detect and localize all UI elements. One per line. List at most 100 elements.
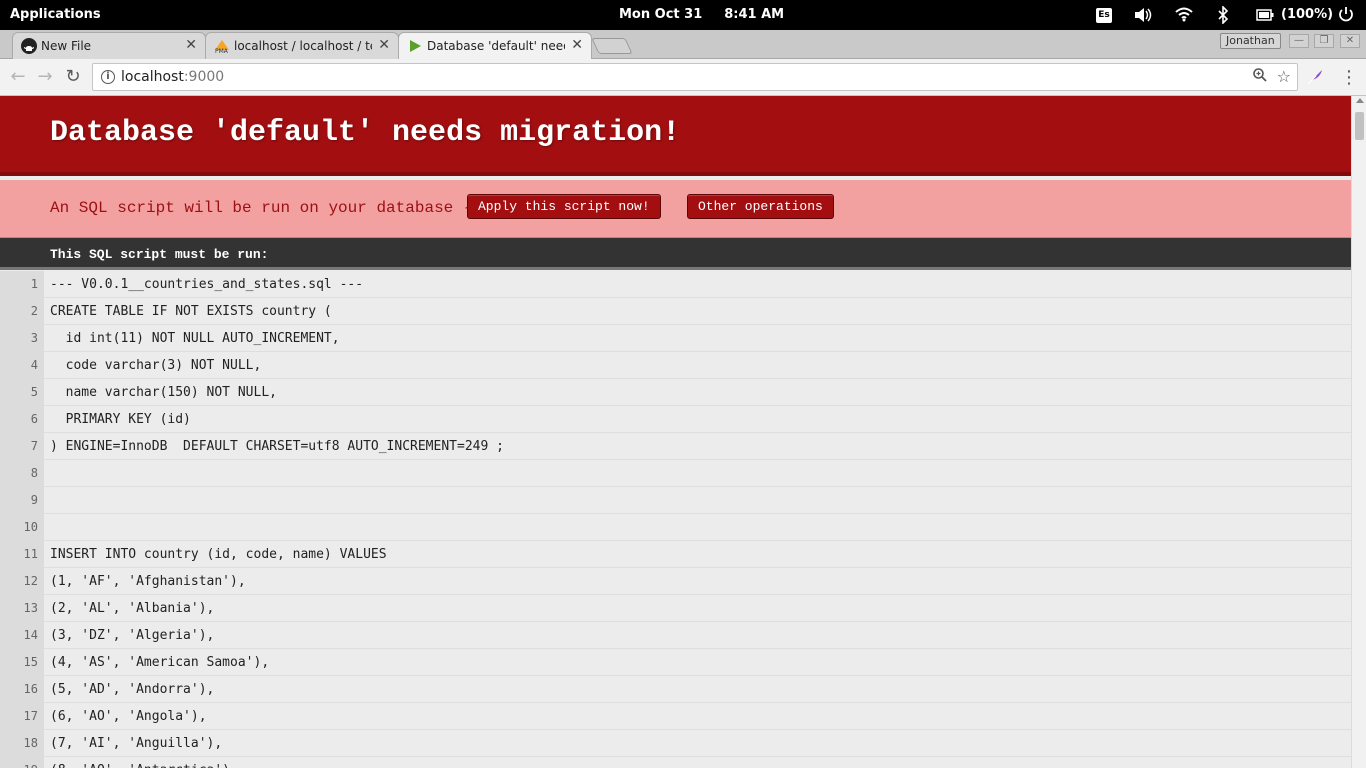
line-text: (7, 'AI', 'Anguilla'), (50, 736, 223, 751)
clock-time: 8:41 AM (724, 7, 785, 22)
line-text: PRIMARY KEY (id) (50, 412, 191, 427)
volume-icon[interactable] (1133, 6, 1153, 24)
scrollbar-thumb[interactable] (1355, 112, 1364, 140)
line-number: 7 (0, 433, 44, 460)
line-text: --- V0.0.1__countries_and_states.sql --- (50, 277, 364, 292)
line-text: (5, 'AD', 'Andorra'), (50, 682, 215, 697)
power-icon[interactable] (1338, 6, 1354, 24)
code-line: 13 (2, 'AL', 'Albania'), (0, 595, 1351, 622)
line-text: id int(11) NOT NULL AUTO_INCREMENT, (50, 331, 340, 346)
migration-message: An SQL script will be run on your databa… (50, 199, 473, 217)
bluetooth-icon[interactable] (1217, 5, 1229, 25)
browser-menu-icon[interactable]: ⋮ (1340, 67, 1358, 88)
applications-menu[interactable]: Applications (10, 7, 101, 22)
sql-code-listing: 1 --- V0.0.1__countries_and_states.sql --… (0, 271, 1351, 768)
url-host: localhost (121, 69, 184, 85)
clock[interactable]: Mon Oct 31 8:41 AM (619, 7, 784, 22)
line-number: 8 (0, 460, 44, 487)
line-number: 4 (0, 352, 44, 379)
other-operations-button[interactable]: Other operations (687, 194, 834, 219)
code-line: 16 (5, 'AD', 'Andorra'), (0, 676, 1351, 703)
code-line: 10 (0, 514, 1351, 541)
close-tab-icon[interactable]: ✕ (378, 37, 390, 53)
line-text: (2, 'AL', 'Albania'), (50, 601, 215, 616)
code-line: 15 (4, 'AS', 'American Samoa'), (0, 649, 1351, 676)
profile-badge[interactable]: Jonathan (1220, 33, 1281, 49)
tab-new-file[interactable]: New File ✕ (12, 32, 206, 59)
browser-toolbar: ← → ↻ i localhost:9000 ☆ ⋮ (0, 59, 1366, 96)
code-line: 14 (3, 'DZ', 'Algeria'), (0, 622, 1351, 649)
minimize-icon[interactable]: — (1289, 34, 1309, 48)
play-icon (407, 38, 423, 54)
url-text[interactable]: localhost:9000 (121, 69, 224, 85)
tab-title: localhost / localhost / telo (234, 39, 372, 53)
code-line: 2 CREATE TABLE IF NOT EXISTS country ( (0, 298, 1351, 325)
line-number: 14 (0, 622, 44, 649)
info-icon[interactable]: i (101, 70, 115, 84)
code-line: 8 (0, 460, 1351, 487)
url-port: :9000 (183, 69, 225, 85)
page-scrollbar[interactable] (1351, 96, 1366, 768)
feather-extension-icon[interactable] (1306, 68, 1324, 86)
close-tab-icon[interactable]: ✕ (185, 37, 197, 53)
line-number: 17 (0, 703, 44, 730)
zoom-icon[interactable] (1253, 68, 1267, 86)
line-text: (8, 'AQ', 'Antarctica'), (50, 757, 238, 768)
sql-header-label: This SQL script must be run: (50, 247, 269, 262)
line-text: INSERT INTO country (id, code, name) VAL… (50, 547, 387, 562)
forward-arrow-icon[interactable]: → (35, 67, 55, 87)
code-line: 12 (1, 'AF', 'Afghanistan'), (0, 568, 1351, 595)
line-number: 15 (0, 649, 44, 676)
clock-date: Mon Oct 31 (619, 7, 703, 22)
code-line: 18 (7, 'AI', 'Anguilla'), (0, 730, 1351, 757)
back-arrow-icon[interactable]: ← (8, 67, 28, 87)
github-icon (21, 38, 37, 54)
page-content: Database 'default' needs migration! An S… (0, 96, 1351, 768)
close-window-icon[interactable]: ✕ (1340, 34, 1360, 48)
line-number: 9 (0, 487, 44, 514)
new-tab-button[interactable] (591, 38, 633, 54)
line-number: 1 (0, 271, 44, 298)
close-tab-icon[interactable]: ✕ (571, 37, 583, 53)
keyboard-layout-indicator[interactable]: Es (1096, 8, 1112, 23)
line-text: ) ENGINE=InnoDB DEFAULT CHARSET=utf8 AUT… (50, 439, 504, 454)
line-text: code varchar(3) NOT NULL, (50, 358, 262, 373)
line-number: 10 (0, 514, 44, 541)
code-line: 17 (6, 'AO', 'Angola'), (0, 703, 1351, 730)
system-top-bar: Applications Mon Oct 31 8:41 AM Es (100%) (0, 0, 1366, 30)
battery-icon[interactable] (1256, 6, 1274, 24)
page-title: Database 'default' needs migration! (50, 116, 681, 150)
line-text: (4, 'AS', 'American Samoa'), (50, 655, 270, 670)
code-line: 11 INSERT INTO country (id, code, name) V… (0, 541, 1351, 568)
apply-script-button[interactable]: Apply this script now! (467, 194, 661, 219)
code-line: 4 code varchar(3) NOT NULL, (0, 352, 1351, 379)
svg-text:PMA: PMA (215, 48, 229, 54)
line-text: (3, 'DZ', 'Algeria'), (50, 628, 215, 643)
bookmark-star-icon[interactable]: ☆ (1277, 67, 1291, 86)
reload-icon[interactable]: ↻ (63, 67, 83, 87)
line-text: (1, 'AF', 'Afghanistan'), (50, 574, 246, 589)
code-line: 9 (0, 487, 1351, 514)
line-text: name varchar(150) NOT NULL, (50, 385, 277, 400)
tab-database-migration[interactable]: Database 'default' needs ✕ (398, 32, 592, 59)
line-number: 19 (0, 757, 44, 768)
line-text: (6, 'AO', 'Angola'), (50, 709, 207, 724)
address-bar[interactable]: i localhost:9000 ☆ (92, 63, 1298, 91)
restore-icon[interactable]: ❐ (1314, 34, 1334, 48)
line-number: 2 (0, 298, 44, 325)
action-bar: An SQL script will be run on your databa… (0, 180, 1351, 238)
code-line: 19 (8, 'AQ', 'Antarctica'), (0, 757, 1351, 768)
code-line: 6 PRIMARY KEY (id) (0, 406, 1351, 433)
page-header: Database 'default' needs migration! (0, 96, 1351, 176)
tab-title: Database 'default' needs (427, 39, 565, 53)
tab-title: New File (41, 39, 92, 53)
scroll-up-arrow-icon[interactable] (1356, 98, 1364, 103)
code-line: 3 id int(11) NOT NULL AUTO_INCREMENT, (0, 325, 1351, 352)
line-number: 5 (0, 379, 44, 406)
line-number: 6 (0, 406, 44, 433)
wifi-icon[interactable] (1175, 6, 1193, 24)
code-line: 1 --- V0.0.1__countries_and_states.sql --… (0, 271, 1351, 298)
tab-phpmyadmin[interactable]: PMA localhost / localhost / telo ✕ (205, 32, 399, 59)
line-number: 13 (0, 595, 44, 622)
sql-section-header: This SQL script must be run: (0, 238, 1351, 270)
